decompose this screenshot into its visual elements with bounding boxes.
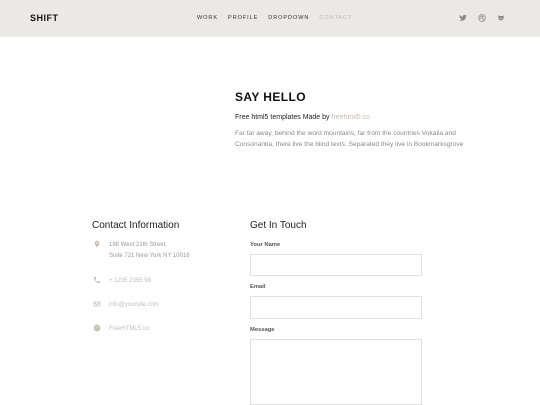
freehtml5-link[interactable]: freehtml5.co	[332, 114, 371, 121]
hero-subtitle: Free html5 templates Made by freehtml5.c…	[235, 114, 475, 121]
email-link[interactable]: info@yoursite.com	[109, 300, 159, 311]
top-navbar: SHIFT WORK PROFILE DROPDOWN CONTACT	[0, 0, 540, 37]
hero-subtitle-text: Free html5 templates Made by	[235, 114, 332, 121]
name-label: Your Name	[250, 242, 281, 248]
contact-info-title: Contact Information	[92, 220, 180, 231]
nav-profile[interactable]: PROFILE	[228, 15, 258, 21]
github-icon[interactable]	[496, 13, 506, 23]
dribbble-icon[interactable]	[477, 13, 487, 23]
contact-form: Get In Touch Your Name Email Message	[250, 220, 425, 405]
social-links	[458, 13, 506, 23]
website-link[interactable]: FreeHTML5.co	[109, 324, 149, 335]
phone-row: + 1235 2355 98	[92, 276, 151, 287]
hero-section: SAY HELLO Free html5 templates Made by f…	[235, 90, 475, 150]
contact-information: Contact Information 198 West 21th Street…	[92, 220, 232, 332]
nav-contact[interactable]: CONTACT	[319, 15, 352, 21]
address-line-2: Suite 721 New York NY 10016	[109, 253, 190, 259]
message-label: Message	[250, 327, 275, 333]
address-row: 198 West 21th Street, Suite 721 New York…	[92, 240, 190, 262]
form-title: Get In Touch	[250, 220, 307, 231]
logo[interactable]: SHIFT	[30, 13, 59, 23]
hero-body-text: Far far away, behind the word mountains,…	[235, 130, 464, 148]
phone-link[interactable]: + 1235 2355 98	[109, 276, 151, 287]
email-field[interactable]	[250, 296, 422, 319]
map-pin-icon	[92, 240, 102, 250]
globe-icon	[92, 324, 102, 334]
email-row: info@yoursite.com	[92, 300, 159, 311]
name-field[interactable]	[250, 254, 422, 276]
envelope-icon	[92, 300, 102, 310]
nav-work[interactable]: WORK	[197, 15, 218, 21]
phone-icon	[92, 276, 102, 286]
address-line-1: 198 West 21th Street,	[109, 242, 167, 248]
website-row: FreeHTML5.co	[92, 324, 149, 335]
twitter-icon[interactable]	[458, 13, 468, 23]
page-title: SAY HELLO	[235, 90, 306, 104]
main-nav: WORK PROFILE DROPDOWN CONTACT	[197, 15, 352, 21]
email-label: Email	[250, 284, 266, 290]
message-textarea[interactable]	[250, 339, 422, 405]
nav-dropdown[interactable]: DROPDOWN	[268, 15, 309, 21]
